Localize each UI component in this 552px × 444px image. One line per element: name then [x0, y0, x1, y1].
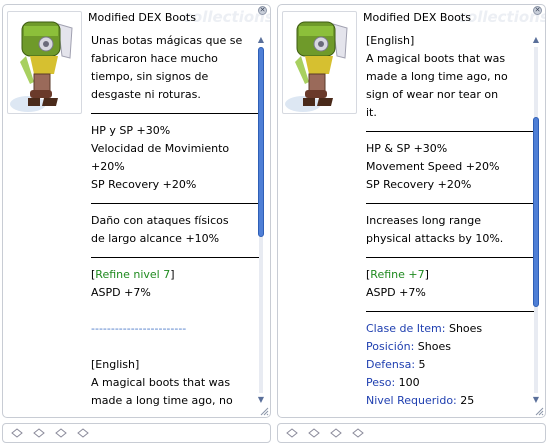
item-info-window-right: collections Modified DEX Boots ✕ [Englis…	[277, 4, 546, 418]
section-divider	[91, 248, 261, 266]
description-line: Defensa: 5	[366, 356, 536, 374]
description-line: SP Recovery +20%	[366, 178, 472, 191]
description-line: [Refine +7]	[366, 266, 536, 284]
description-fragment: Defensa:	[366, 358, 416, 371]
boot-item-icon	[285, 21, 348, 112]
card-slot-icon	[286, 428, 298, 438]
description-line: Velocidad de Movimiento	[91, 142, 230, 155]
close-icon[interactable]: ✕	[258, 6, 267, 15]
description-fragment: Shoes	[414, 340, 451, 353]
description-fragment: ]	[170, 268, 175, 281]
item-picture	[7, 11, 82, 114]
description-fragment: 5	[415, 358, 426, 371]
description-line: Posición: Shoes	[366, 338, 536, 356]
description-line: Clase de Item: Shoes	[366, 320, 536, 338]
description-line: HP & SP +30%	[366, 142, 448, 155]
card-slots-left	[2, 423, 271, 443]
description-fragment: Posición:	[366, 340, 415, 353]
section-divider	[366, 302, 536, 320]
card-slots-right	[277, 423, 546, 443]
description-line: physical attacks by 10%.	[366, 232, 504, 245]
description-line: SP Recovery +20%	[91, 178, 197, 191]
scroll-thumb[interactable]	[258, 47, 264, 237]
description-line: A magical boots that was	[91, 376, 231, 389]
description-line: Unas botas mágicas que se	[91, 34, 243, 47]
description-line: Nivel Requerido: 25	[366, 392, 536, 410]
description-fragment: Clase de Item:	[366, 322, 446, 335]
description-fragment: 25	[456, 394, 475, 407]
window-title: Modified DEX Boots	[88, 11, 196, 24]
card-slot-icon	[352, 428, 364, 438]
description-fragment: Shoes	[445, 322, 483, 335]
card-slot-icon	[55, 428, 67, 438]
description-line: Movement Speed +20%	[366, 160, 500, 173]
description-line: [Refine nivel 7]	[91, 266, 261, 284]
scrollbar[interactable]: ▲ ▼	[256, 35, 266, 405]
description-line: [English]	[91, 358, 140, 371]
description-fragment: 100	[395, 376, 420, 389]
description-fragment: Refine nivel 7	[95, 268, 171, 281]
description-line: tiempo, sin signos de	[91, 70, 209, 83]
card-slot-icon	[33, 428, 45, 438]
description-line: ASPD +7%	[91, 286, 151, 299]
description-line: desgaste ni roturas.	[91, 88, 201, 101]
section-divider	[91, 194, 261, 212]
description-line: Increases long range	[366, 214, 482, 227]
scroll-thumb[interactable]	[533, 117, 539, 307]
description-line: Peso: 100	[366, 374, 536, 392]
card-slot-icon	[11, 428, 23, 438]
close-icon[interactable]: ✕	[533, 6, 542, 15]
description-line: de largo alcance +10%	[91, 232, 220, 245]
section-divider	[366, 194, 536, 212]
description-line: made a long time ago, no	[91, 394, 233, 407]
description-line: A magical boots that was	[366, 52, 506, 65]
resize-grip-icon[interactable]	[259, 406, 269, 416]
item-picture	[282, 11, 357, 114]
section-divider	[91, 104, 261, 122]
section-divider	[366, 248, 536, 266]
description-line: made a long time ago, no	[366, 70, 508, 83]
scroll-down-arrow-icon[interactable]: ▼	[531, 395, 541, 405]
window-title: Modified DEX Boots	[363, 11, 471, 24]
item-description: Unas botas mágicas que se fabricaron hace…	[91, 32, 261, 414]
description-fragment: ]	[424, 268, 429, 281]
card-slot-icon	[308, 428, 320, 438]
scrollbar[interactable]: ▲ ▼	[531, 35, 541, 405]
description-line: +20%	[91, 160, 125, 173]
section-divider	[366, 122, 536, 140]
item-description: [English] A magical boots that was made a …	[366, 32, 536, 414]
description-line: sign of wear nor tear on	[366, 88, 499, 101]
card-slot-icon	[330, 428, 342, 438]
resize-grip-icon[interactable]	[534, 406, 544, 416]
scroll-up-arrow-icon[interactable]: ▲	[531, 35, 541, 45]
scroll-up-arrow-icon[interactable]: ▲	[256, 35, 266, 45]
description-line: Daño con ataques físicos	[91, 214, 229, 227]
boot-item-icon	[10, 21, 73, 112]
description-fragment: Peso:	[366, 376, 396, 389]
description-line: ASPD +7%	[366, 286, 426, 299]
description-line: HP y SP +30%	[91, 124, 171, 137]
description-fragment: Refine +7	[370, 268, 425, 281]
description-line: fabricaron hace mucho	[91, 52, 218, 65]
description-line	[91, 302, 261, 320]
card-slot-icon	[77, 428, 89, 438]
item-info-window-left: collections Modified DEX Boots ✕ Unas bo…	[2, 4, 271, 418]
description-fragment: Nivel Requerido:	[366, 394, 457, 407]
description-line: ------------------------	[91, 322, 187, 335]
description-line: [English]	[366, 34, 415, 47]
description-line	[91, 338, 261, 356]
scroll-down-arrow-icon[interactable]: ▼	[256, 395, 266, 405]
description-line: it.	[366, 106, 377, 119]
